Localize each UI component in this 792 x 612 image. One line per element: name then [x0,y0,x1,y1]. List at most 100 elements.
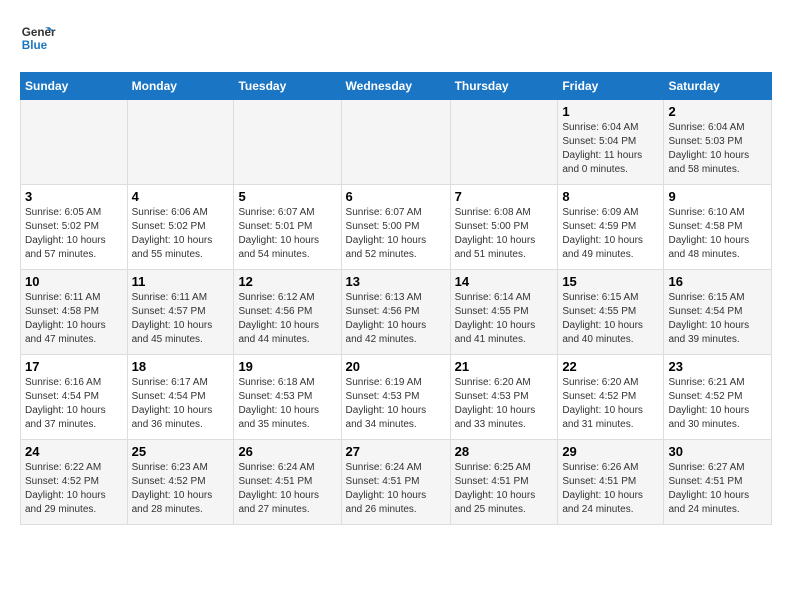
header-day-wednesday: Wednesday [341,73,450,100]
header-day-friday: Friday [558,73,664,100]
calendar-cell: 30 Sunrise: 6:27 AM Sunset: 4:51 PM Dayli… [664,440,772,525]
day-info: Sunrise: 6:20 AM Sunset: 4:52 PM Dayligh… [562,376,659,432]
calendar-cell: 23 Sunrise: 6:21 AM Sunset: 4:52 PM Dayli… [664,355,772,440]
logo-icon: General Blue [20,20,56,56]
day-info: Sunrise: 6:12 AM Sunset: 4:56 PM Dayligh… [238,291,336,347]
header-day-monday: Monday [127,73,234,100]
page: General Blue SundayMondayTuesdayWednesda… [0,0,792,535]
calendar-cell: 24Sunrise: 6:22 AM Sunset: 4:52 PM Dayli… [21,440,128,525]
calendar-cell: 29Sunrise: 6:26 AM Sunset: 4:51 PM Dayli… [558,440,664,525]
day-info: Sunrise: 6:04 AM Sunset: 5:03 PM Dayligh… [668,121,767,177]
day-number: 5 [238,189,336,204]
day-info: Sunrise: 6:17 AM Sunset: 4:54 PM Dayligh… [132,376,230,432]
day-info: Sunrise: 6:18 AM Sunset: 4:53 PM Dayligh… [238,376,336,432]
day-info: Sunrise: 6:25 AM Sunset: 4:51 PM Dayligh… [455,461,554,517]
day-info: Sunrise: 6:11 AM Sunset: 4:57 PM Dayligh… [132,291,230,347]
header: General Blue [20,20,772,56]
day-info: Sunrise: 6:14 AM Sunset: 4:55 PM Dayligh… [455,291,554,347]
header-day-thursday: Thursday [450,73,558,100]
day-number: 6 [346,189,446,204]
day-number: 23 [668,359,767,374]
calendar-cell: 1 Sunrise: 6:04 AM Sunset: 5:04 PM Daylig… [558,100,664,185]
calendar-cell: 25Sunrise: 6:23 AM Sunset: 4:52 PM Dayli… [127,440,234,525]
calendar-cell: 22 Sunrise: 6:20 AM Sunset: 4:52 PM Dayli… [558,355,664,440]
day-number: 22 [562,359,659,374]
day-number: 17 [25,359,123,374]
calendar-cell: 3 Sunrise: 6:05 AM Sunset: 5:02 PM Daylig… [21,185,128,270]
day-number: 7 [455,189,554,204]
day-number: 12 [238,274,336,289]
day-info: Sunrise: 6:13 AM Sunset: 4:56 PM Dayligh… [346,291,446,347]
calendar-week-3: 10Sunrise: 6:11 AM Sunset: 4:58 PM Dayli… [21,270,772,355]
calendar-header: SundayMondayTuesdayWednesdayThursdayFrid… [21,73,772,100]
day-number: 18 [132,359,230,374]
calendar-cell: 4Sunrise: 6:06 AM Sunset: 5:02 PM Daylig… [127,185,234,270]
header-day-saturday: Saturday [664,73,772,100]
day-info: Sunrise: 6:21 AM Sunset: 4:52 PM Dayligh… [668,376,767,432]
calendar-cell: 26Sunrise: 6:24 AM Sunset: 4:51 PM Dayli… [234,440,341,525]
calendar-cell: 17 Sunrise: 6:16 AM Sunset: 4:54 PM Dayli… [21,355,128,440]
calendar-cell: 13Sunrise: 6:13 AM Sunset: 4:56 PM Dayli… [341,270,450,355]
day-number: 19 [238,359,336,374]
day-info: Sunrise: 6:20 AM Sunset: 4:53 PM Dayligh… [455,376,554,432]
day-number: 28 [455,444,554,459]
calendar-cell: 15 Sunrise: 6:15 AM Sunset: 4:55 PM Dayli… [558,270,664,355]
day-info: Sunrise: 6:16 AM Sunset: 4:54 PM Dayligh… [25,376,123,432]
day-info: Sunrise: 6:07 AM Sunset: 5:01 PM Dayligh… [238,206,336,262]
day-number: 30 [668,444,767,459]
day-info: Sunrise: 6:24 AM Sunset: 4:51 PM Dayligh… [238,461,336,517]
calendar-week-2: 3 Sunrise: 6:05 AM Sunset: 5:02 PM Daylig… [21,185,772,270]
day-number: 10 [25,274,123,289]
calendar-cell: 21Sunrise: 6:20 AM Sunset: 4:53 PM Dayli… [450,355,558,440]
day-number: 3 [25,189,123,204]
header-day-sunday: Sunday [21,73,128,100]
day-info: Sunrise: 6:09 AM Sunset: 4:59 PM Dayligh… [562,206,659,262]
calendar-cell [341,100,450,185]
day-number: 1 [562,104,659,119]
day-number: 14 [455,274,554,289]
day-number: 2 [668,104,767,119]
calendar-body: 1 Sunrise: 6:04 AM Sunset: 5:04 PM Daylig… [21,100,772,525]
calendar-cell: 6 Sunrise: 6:07 AM Sunset: 5:00 PM Daylig… [341,185,450,270]
calendar-week-5: 24Sunrise: 6:22 AM Sunset: 4:52 PM Dayli… [21,440,772,525]
calendar-cell [450,100,558,185]
calendar-cell: 27 Sunrise: 6:24 AM Sunset: 4:51 PM Dayli… [341,440,450,525]
calendar-cell [21,100,128,185]
calendar-week-1: 1 Sunrise: 6:04 AM Sunset: 5:04 PM Daylig… [21,100,772,185]
calendar-cell: 11 Sunrise: 6:11 AM Sunset: 4:57 PM Dayli… [127,270,234,355]
day-number: 24 [25,444,123,459]
calendar-cell: 18 Sunrise: 6:17 AM Sunset: 4:54 PM Dayli… [127,355,234,440]
calendar-cell: 12 Sunrise: 6:12 AM Sunset: 4:56 PM Dayli… [234,270,341,355]
svg-text:Blue: Blue [22,39,48,52]
day-info: Sunrise: 6:04 AM Sunset: 5:04 PM Dayligh… [562,121,659,177]
calendar-cell: 20Sunrise: 6:19 AM Sunset: 4:53 PM Dayli… [341,355,450,440]
svg-text:General: General [22,26,56,39]
calendar-cell: 10Sunrise: 6:11 AM Sunset: 4:58 PM Dayli… [21,270,128,355]
day-number: 4 [132,189,230,204]
calendar-table: SundayMondayTuesdayWednesdayThursdayFrid… [20,72,772,525]
day-number: 11 [132,274,230,289]
day-info: Sunrise: 6:27 AM Sunset: 4:51 PM Dayligh… [668,461,767,517]
calendar-cell: 5 Sunrise: 6:07 AM Sunset: 5:01 PM Daylig… [234,185,341,270]
day-number: 8 [562,189,659,204]
day-info: Sunrise: 6:15 AM Sunset: 4:55 PM Dayligh… [562,291,659,347]
day-info: Sunrise: 6:10 AM Sunset: 4:58 PM Dayligh… [668,206,767,262]
calendar-cell [127,100,234,185]
day-info: Sunrise: 6:24 AM Sunset: 4:51 PM Dayligh… [346,461,446,517]
day-number: 27 [346,444,446,459]
calendar-cell: 28 Sunrise: 6:25 AM Sunset: 4:51 PM Dayli… [450,440,558,525]
calendar-cell: 14 Sunrise: 6:14 AM Sunset: 4:55 PM Dayli… [450,270,558,355]
day-number: 20 [346,359,446,374]
header-day-tuesday: Tuesday [234,73,341,100]
calendar-week-4: 17 Sunrise: 6:16 AM Sunset: 4:54 PM Dayli… [21,355,772,440]
day-info: Sunrise: 6:05 AM Sunset: 5:02 PM Dayligh… [25,206,123,262]
calendar-cell: 16Sunrise: 6:15 AM Sunset: 4:54 PM Dayli… [664,270,772,355]
day-info: Sunrise: 6:07 AM Sunset: 5:00 PM Dayligh… [346,206,446,262]
day-info: Sunrise: 6:26 AM Sunset: 4:51 PM Dayligh… [562,461,659,517]
day-number: 25 [132,444,230,459]
day-number: 15 [562,274,659,289]
day-number: 16 [668,274,767,289]
day-number: 9 [668,189,767,204]
day-info: Sunrise: 6:08 AM Sunset: 5:00 PM Dayligh… [455,206,554,262]
calendar-cell: 2 Sunrise: 6:04 AM Sunset: 5:03 PM Daylig… [664,100,772,185]
